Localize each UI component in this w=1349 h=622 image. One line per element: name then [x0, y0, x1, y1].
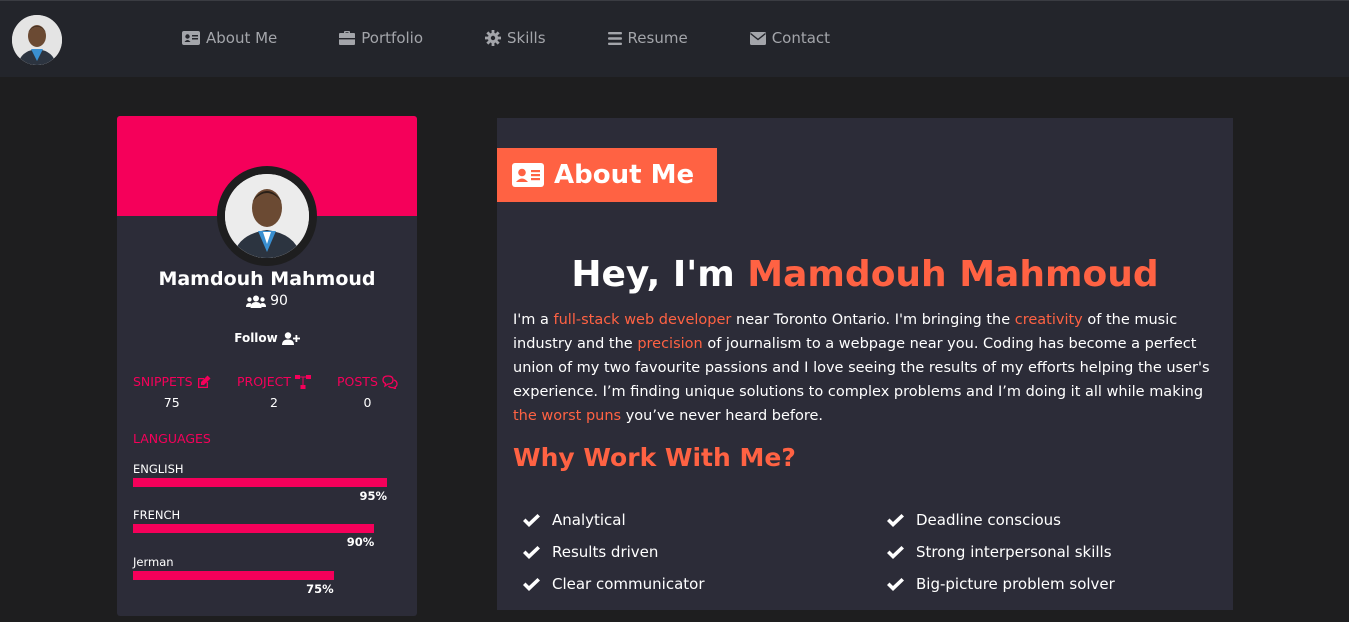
lang-name: ENGLISH	[133, 462, 184, 476]
lang-progress-fill	[133, 478, 387, 487]
nav-skills-label: Skills	[507, 29, 546, 47]
why-work-with-me-title: Why Work With Me?	[513, 443, 796, 472]
envelope-icon	[749, 31, 766, 45]
section-tag: About Me	[497, 148, 717, 202]
lang-english: ENGLISH 95%	[133, 462, 387, 503]
avatar-photo-icon	[12, 15, 62, 65]
bio-highlight[interactable]: precision	[637, 336, 702, 352]
id-card-icon	[512, 163, 544, 187]
stat-project-value: 2	[270, 395, 278, 410]
lang-percent: 75%	[306, 582, 334, 596]
reasons-left: Analytical Results driven Clear communic…	[523, 504, 705, 600]
user-plus-icon	[281, 331, 300, 345]
check-icon	[523, 545, 540, 559]
lang-jerman: Jerman 75%	[133, 555, 387, 596]
bio-text: I'm a	[513, 312, 554, 328]
stat-project-label: PROJECT	[237, 374, 292, 389]
lang-percent: 90%	[346, 535, 375, 549]
section-title: About Me	[554, 160, 695, 190]
id-card-icon	[182, 31, 200, 45]
reason-label: Analytical	[552, 511, 626, 529]
reason-label: Big-picture problem solver	[916, 575, 1115, 593]
nav-about-me[interactable]: About Me	[182, 29, 277, 47]
lang-french: FRENCH 90%	[133, 508, 387, 549]
languages-title: LANGUAGES	[133, 431, 211, 446]
profile-name: Mamdouh Mahmoud	[158, 268, 376, 290]
bio-text: near Toronto Ontario. I'm bringing the	[731, 312, 1015, 328]
bio-text: you’ve never heard before.	[621, 408, 824, 424]
profile-card: Mamdouh Mahmoud 90 Follow SNIPPETS 75 PR…	[117, 116, 417, 616]
stat-snippets-value: 75	[163, 395, 180, 410]
list-item: Strong interpersonal skills	[887, 536, 1115, 568]
nav-resume[interactable]: Resume	[607, 29, 688, 47]
followers-count: 90	[117, 293, 417, 309]
check-icon	[887, 577, 904, 591]
nav-contact-label: Contact	[771, 29, 831, 47]
list-item: Clear communicator	[523, 568, 705, 600]
check-icon	[523, 577, 540, 591]
nav-skills[interactable]: Skills	[485, 29, 546, 47]
about-panel: About Me Hey, I'm Mamdouh Mahmoud I'm a …	[497, 118, 1233, 610]
stat-posts-label: POSTS	[337, 374, 378, 389]
profile-avatar	[217, 166, 317, 266]
check-icon	[887, 513, 904, 527]
bio-highlight[interactable]: creativity	[1015, 312, 1083, 328]
headline: Hey, I'm Mamdouh Mahmoud	[497, 254, 1233, 295]
check-icon	[523, 513, 540, 527]
stat-snippets: SNIPPETS 75	[133, 374, 211, 410]
stat-posts-value: 0	[363, 395, 372, 410]
nav-resume-label: Resume	[627, 29, 688, 47]
list-item: Results driven	[523, 536, 705, 568]
bars-icon	[607, 31, 622, 45]
reasons-right: Deadline conscious Strong interpersonal …	[887, 504, 1115, 600]
navbar: About Me Portfolio Skills Resume Contact	[0, 0, 1349, 77]
reason-label: Strong interpersonal skills	[916, 543, 1112, 561]
lang-name: FRENCH	[133, 508, 181, 522]
lang-progress-bar	[133, 571, 387, 580]
follow-label: Follow	[234, 331, 278, 345]
lang-progress-bar	[133, 478, 387, 487]
comments-icon	[382, 374, 398, 389]
stat-posts: POSTS 0	[337, 374, 398, 410]
lang-progress-fill	[133, 571, 334, 580]
lang-percent: 95%	[359, 489, 387, 503]
list-item: Deadline conscious	[887, 504, 1115, 536]
lang-name: Jerman	[133, 555, 174, 569]
bio-paragraph: I'm a full-stack web developer near Toro…	[513, 308, 1221, 428]
bio-highlight[interactable]: the worst puns	[513, 408, 621, 424]
reason-label: Clear communicator	[552, 575, 705, 593]
lang-progress-bar	[133, 524, 387, 533]
nav-portfolio[interactable]: Portfolio	[339, 29, 423, 47]
edit-icon	[197, 375, 211, 388]
bio-highlight[interactable]: full-stack web developer	[554, 312, 732, 328]
reason-label: Deadline conscious	[916, 511, 1061, 529]
gear-icon	[485, 30, 502, 46]
nav-contact[interactable]: Contact	[749, 29, 831, 47]
headline-name: Mamdouh Mahmoud	[747, 254, 1159, 295]
sitemap-icon	[295, 374, 312, 389]
stat-project: PROJECT 2	[237, 374, 312, 410]
check-icon	[887, 545, 904, 559]
follow-button[interactable]: Follow	[117, 331, 417, 345]
lang-progress-fill	[133, 524, 375, 533]
profile-photo-icon	[225, 174, 309, 258]
list-item: Analytical	[523, 504, 705, 536]
users-icon	[246, 295, 267, 308]
nav-portfolio-label: Portfolio	[361, 29, 424, 47]
stat-snippets-label: SNIPPETS	[133, 374, 193, 389]
followers-value: 90	[270, 293, 288, 309]
headline-greeting: Hey, I'm	[571, 254, 735, 295]
nav-about-me-label: About Me	[206, 29, 278, 47]
reason-label: Results driven	[552, 543, 659, 561]
nav-links: About Me Portfolio Skills Resume Contact	[182, 29, 892, 47]
nav-avatar[interactable]	[12, 15, 62, 65]
briefcase-icon	[339, 31, 356, 45]
list-item: Big-picture problem solver	[887, 568, 1115, 600]
